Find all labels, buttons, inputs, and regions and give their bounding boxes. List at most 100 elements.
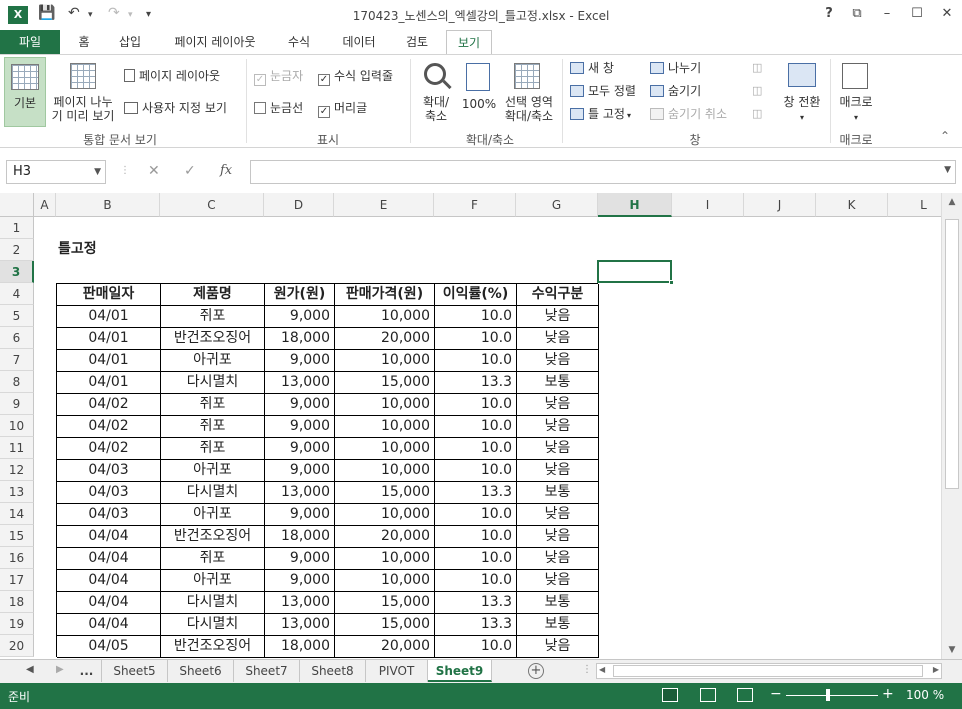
hide-button[interactable]: 숨기기 — [650, 84, 701, 98]
gridlines-checkbox[interactable]: 눈금선 — [254, 101, 303, 115]
table-cell[interactable]: 10,000 — [335, 504, 435, 526]
table-cell[interactable]: 보통 — [517, 614, 599, 636]
table-cell[interactable]: 낮음 — [517, 526, 599, 548]
table-header-cell[interactable]: 판매일자 — [57, 284, 161, 306]
tab-page-layout[interactable]: 페이지 레이아웃 — [160, 30, 270, 54]
view-side-by-side-icon[interactable]: ◫ — [752, 61, 762, 75]
table-cell[interactable]: 다시멸치 — [161, 614, 265, 636]
collapse-ribbon-icon[interactable]: ⌃ — [940, 129, 950, 143]
zoom-selection-button[interactable]: 선택 영역 확대/축소 — [500, 57, 558, 129]
scroll-right-icon[interactable]: ▶ — [933, 665, 939, 674]
table-cell[interactable]: 낮음 — [517, 306, 599, 328]
row-header-1[interactable]: 1 — [0, 217, 34, 239]
table-cell[interactable]: 18,000 — [265, 328, 335, 350]
tab-home[interactable]: 홈 — [64, 30, 104, 54]
table-cell[interactable]: 04/03 — [57, 504, 161, 526]
ribbon-display-button[interactable]: ⧉ — [846, 4, 868, 24]
arrange-all-button[interactable]: 모두 정렬 — [570, 84, 636, 98]
table-cell[interactable]: 20,000 — [335, 328, 435, 350]
row-header-3[interactable]: 3 — [0, 261, 34, 283]
table-cell[interactable]: 반건조오징어 — [161, 636, 265, 658]
table-cell[interactable]: 10,000 — [335, 350, 435, 372]
table-cell[interactable]: 10.0 — [435, 504, 517, 526]
table-cell[interactable]: 10.0 — [435, 306, 517, 328]
table-cell[interactable]: 10.0 — [435, 328, 517, 350]
table-cell[interactable]: 10,000 — [335, 306, 435, 328]
tab-formulas[interactable]: 수식 — [276, 30, 322, 54]
table-cell[interactable]: 10.0 — [435, 460, 517, 482]
tab-data[interactable]: 데이터 — [330, 30, 388, 54]
headings-checkbox[interactable]: ✓ 머리글 — [318, 101, 367, 118]
table-cell[interactable]: 04/03 — [57, 460, 161, 482]
insert-function-icon[interactable]: fx — [220, 163, 232, 178]
row-header-7[interactable]: 7 — [0, 349, 34, 371]
prev-sheet-icon[interactable]: ◀ — [26, 664, 34, 675]
table-cell[interactable]: 9,000 — [265, 460, 335, 482]
table-cell[interactable]: 아귀포 — [161, 460, 265, 482]
row-header-16[interactable]: 16 — [0, 547, 34, 569]
table-cell[interactable]: 18,000 — [265, 636, 335, 658]
table-cell[interactable]: 낮음 — [517, 328, 599, 350]
tab-review[interactable]: 검토 — [394, 30, 440, 54]
formula-input[interactable]: ▼ — [250, 160, 956, 184]
help-button[interactable]: ? — [818, 4, 840, 24]
table-cell[interactable]: 낮음 — [517, 548, 599, 570]
table-cell[interactable]: 10.0 — [435, 394, 517, 416]
maximize-button[interactable]: ☐ — [906, 4, 928, 24]
column-header-E[interactable]: E — [334, 193, 434, 217]
select-all-button[interactable] — [0, 193, 34, 217]
table-cell[interactable]: 15,000 — [335, 592, 435, 614]
sheet-title[interactable]: 틀고정 — [58, 239, 97, 261]
table-cell[interactable]: 15,000 — [335, 614, 435, 636]
sheet-tab-sheet7[interactable]: Sheet7 — [234, 660, 300, 682]
table-cell[interactable]: 04/04 — [57, 548, 161, 570]
table-cell[interactable]: 04/01 — [57, 328, 161, 350]
name-box[interactable]: H3 ▼ — [6, 160, 106, 184]
tab-file[interactable]: 파일 — [0, 30, 60, 54]
table-cell[interactable]: 04/01 — [57, 372, 161, 394]
table-cell[interactable]: 13,000 — [265, 372, 335, 394]
table-cell[interactable]: 9,000 — [265, 548, 335, 570]
synchronous-scrolling-icon[interactable]: ◫ — [752, 84, 762, 98]
active-cell[interactable] — [597, 260, 674, 285]
table-cell[interactable]: 보통 — [517, 592, 599, 614]
column-header-J[interactable]: J — [744, 193, 816, 217]
table-cell[interactable]: 낮음 — [517, 394, 599, 416]
table-cell[interactable]: 다시멸치 — [161, 482, 265, 504]
expand-formula-bar-icon[interactable]: ▼ — [944, 165, 951, 175]
table-cell[interactable]: 낮음 — [517, 350, 599, 372]
scroll-down-icon[interactable]: ▼ — [942, 645, 962, 655]
sheet-tab-sheet5[interactable]: Sheet5 — [102, 660, 168, 682]
page-layout-status-icon[interactable] — [700, 688, 716, 702]
row-header-2[interactable]: 2 — [0, 239, 34, 261]
row-header-12[interactable]: 12 — [0, 459, 34, 481]
table-cell[interactable]: 13.3 — [435, 482, 517, 504]
table-cell[interactable]: 04/04 — [57, 592, 161, 614]
minimize-button[interactable]: – — [876, 4, 898, 24]
column-header-G[interactable]: G — [516, 193, 598, 217]
row-header-15[interactable]: 15 — [0, 525, 34, 547]
vertical-scrollbar[interactable]: ▲ ▼ — [941, 193, 962, 659]
split-button[interactable]: 나누기 — [650, 61, 701, 75]
table-cell[interactable]: 13,000 — [265, 592, 335, 614]
table-cell[interactable]: 18,000 — [265, 526, 335, 548]
table-cell[interactable]: 15,000 — [335, 482, 435, 504]
row-header-5[interactable]: 5 — [0, 305, 34, 327]
table-header-cell[interactable]: 수익구분 — [517, 284, 599, 306]
row-header-4[interactable]: 4 — [0, 283, 34, 305]
table-cell[interactable]: 13.3 — [435, 592, 517, 614]
table-cell[interactable]: 아귀포 — [161, 570, 265, 592]
table-cell[interactable]: 10.0 — [435, 636, 517, 658]
table-header-cell[interactable]: 이익률(%) — [435, 284, 517, 306]
table-cell[interactable]: 낮음 — [517, 504, 599, 526]
table-cell[interactable]: 04/02 — [57, 438, 161, 460]
row-header-13[interactable]: 13 — [0, 481, 34, 503]
row-header-17[interactable]: 17 — [0, 569, 34, 591]
sheet-tab-ellipsis[interactable]: ... — [72, 660, 102, 682]
table-cell[interactable]: 보통 — [517, 372, 599, 394]
zoom-level[interactable]: 100 % — [906, 688, 944, 702]
table-cell[interactable]: 13,000 — [265, 482, 335, 504]
table-cell[interactable]: 04/01 — [57, 306, 161, 328]
table-cell[interactable]: 13,000 — [265, 614, 335, 636]
add-sheet-icon[interactable]: + — [528, 663, 544, 679]
